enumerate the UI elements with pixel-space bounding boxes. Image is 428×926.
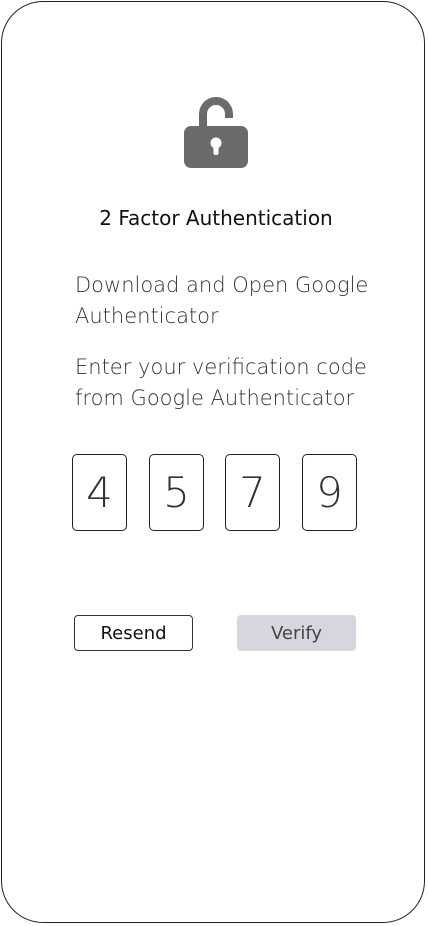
download-instruction: Download and Open Google Authenticator — [75, 273, 369, 328]
phone-frame: 2 Factor Authentication Download and Ope… — [1, 1, 425, 923]
resend-button[interactable]: Resend — [74, 615, 193, 651]
verification-code-input: 4 5 7 9 — [72, 454, 362, 533]
unlocked-padlock-icon — [184, 97, 248, 168]
code-digit-1[interactable]: 4 — [72, 454, 127, 531]
code-digit-3[interactable]: 7 — [225, 454, 280, 531]
page-title: 2 Factor Authentication — [99, 206, 333, 230]
code-digit-2[interactable]: 5 — [149, 454, 204, 531]
verify-button[interactable]: Verify — [237, 615, 356, 651]
enter-code-instruction: Enter your verification code from Google… — [75, 355, 367, 410]
code-digit-4[interactable]: 9 — [302, 454, 357, 531]
